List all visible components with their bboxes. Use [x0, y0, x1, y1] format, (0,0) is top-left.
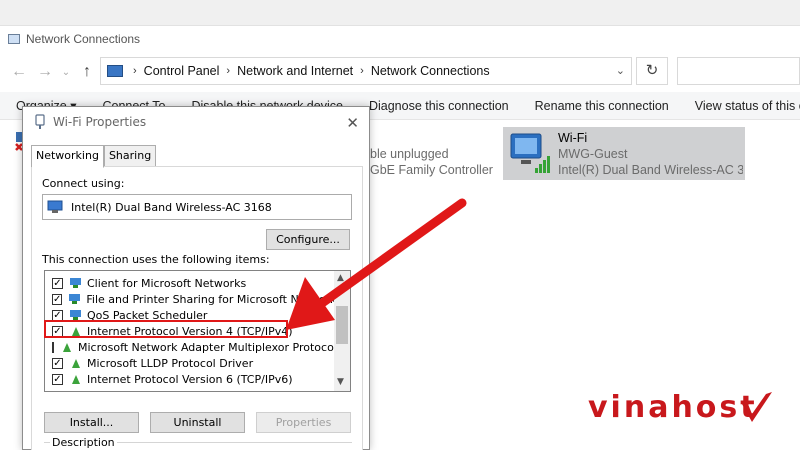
brand-check-icon — [742, 392, 772, 422]
brand-text: vinahost — [588, 390, 758, 425]
vinahost-logo: vinahost — [588, 388, 788, 428]
tab-networking[interactable]: Networking — [31, 145, 104, 168]
annotation-arrow-icon — [286, 198, 467, 330]
